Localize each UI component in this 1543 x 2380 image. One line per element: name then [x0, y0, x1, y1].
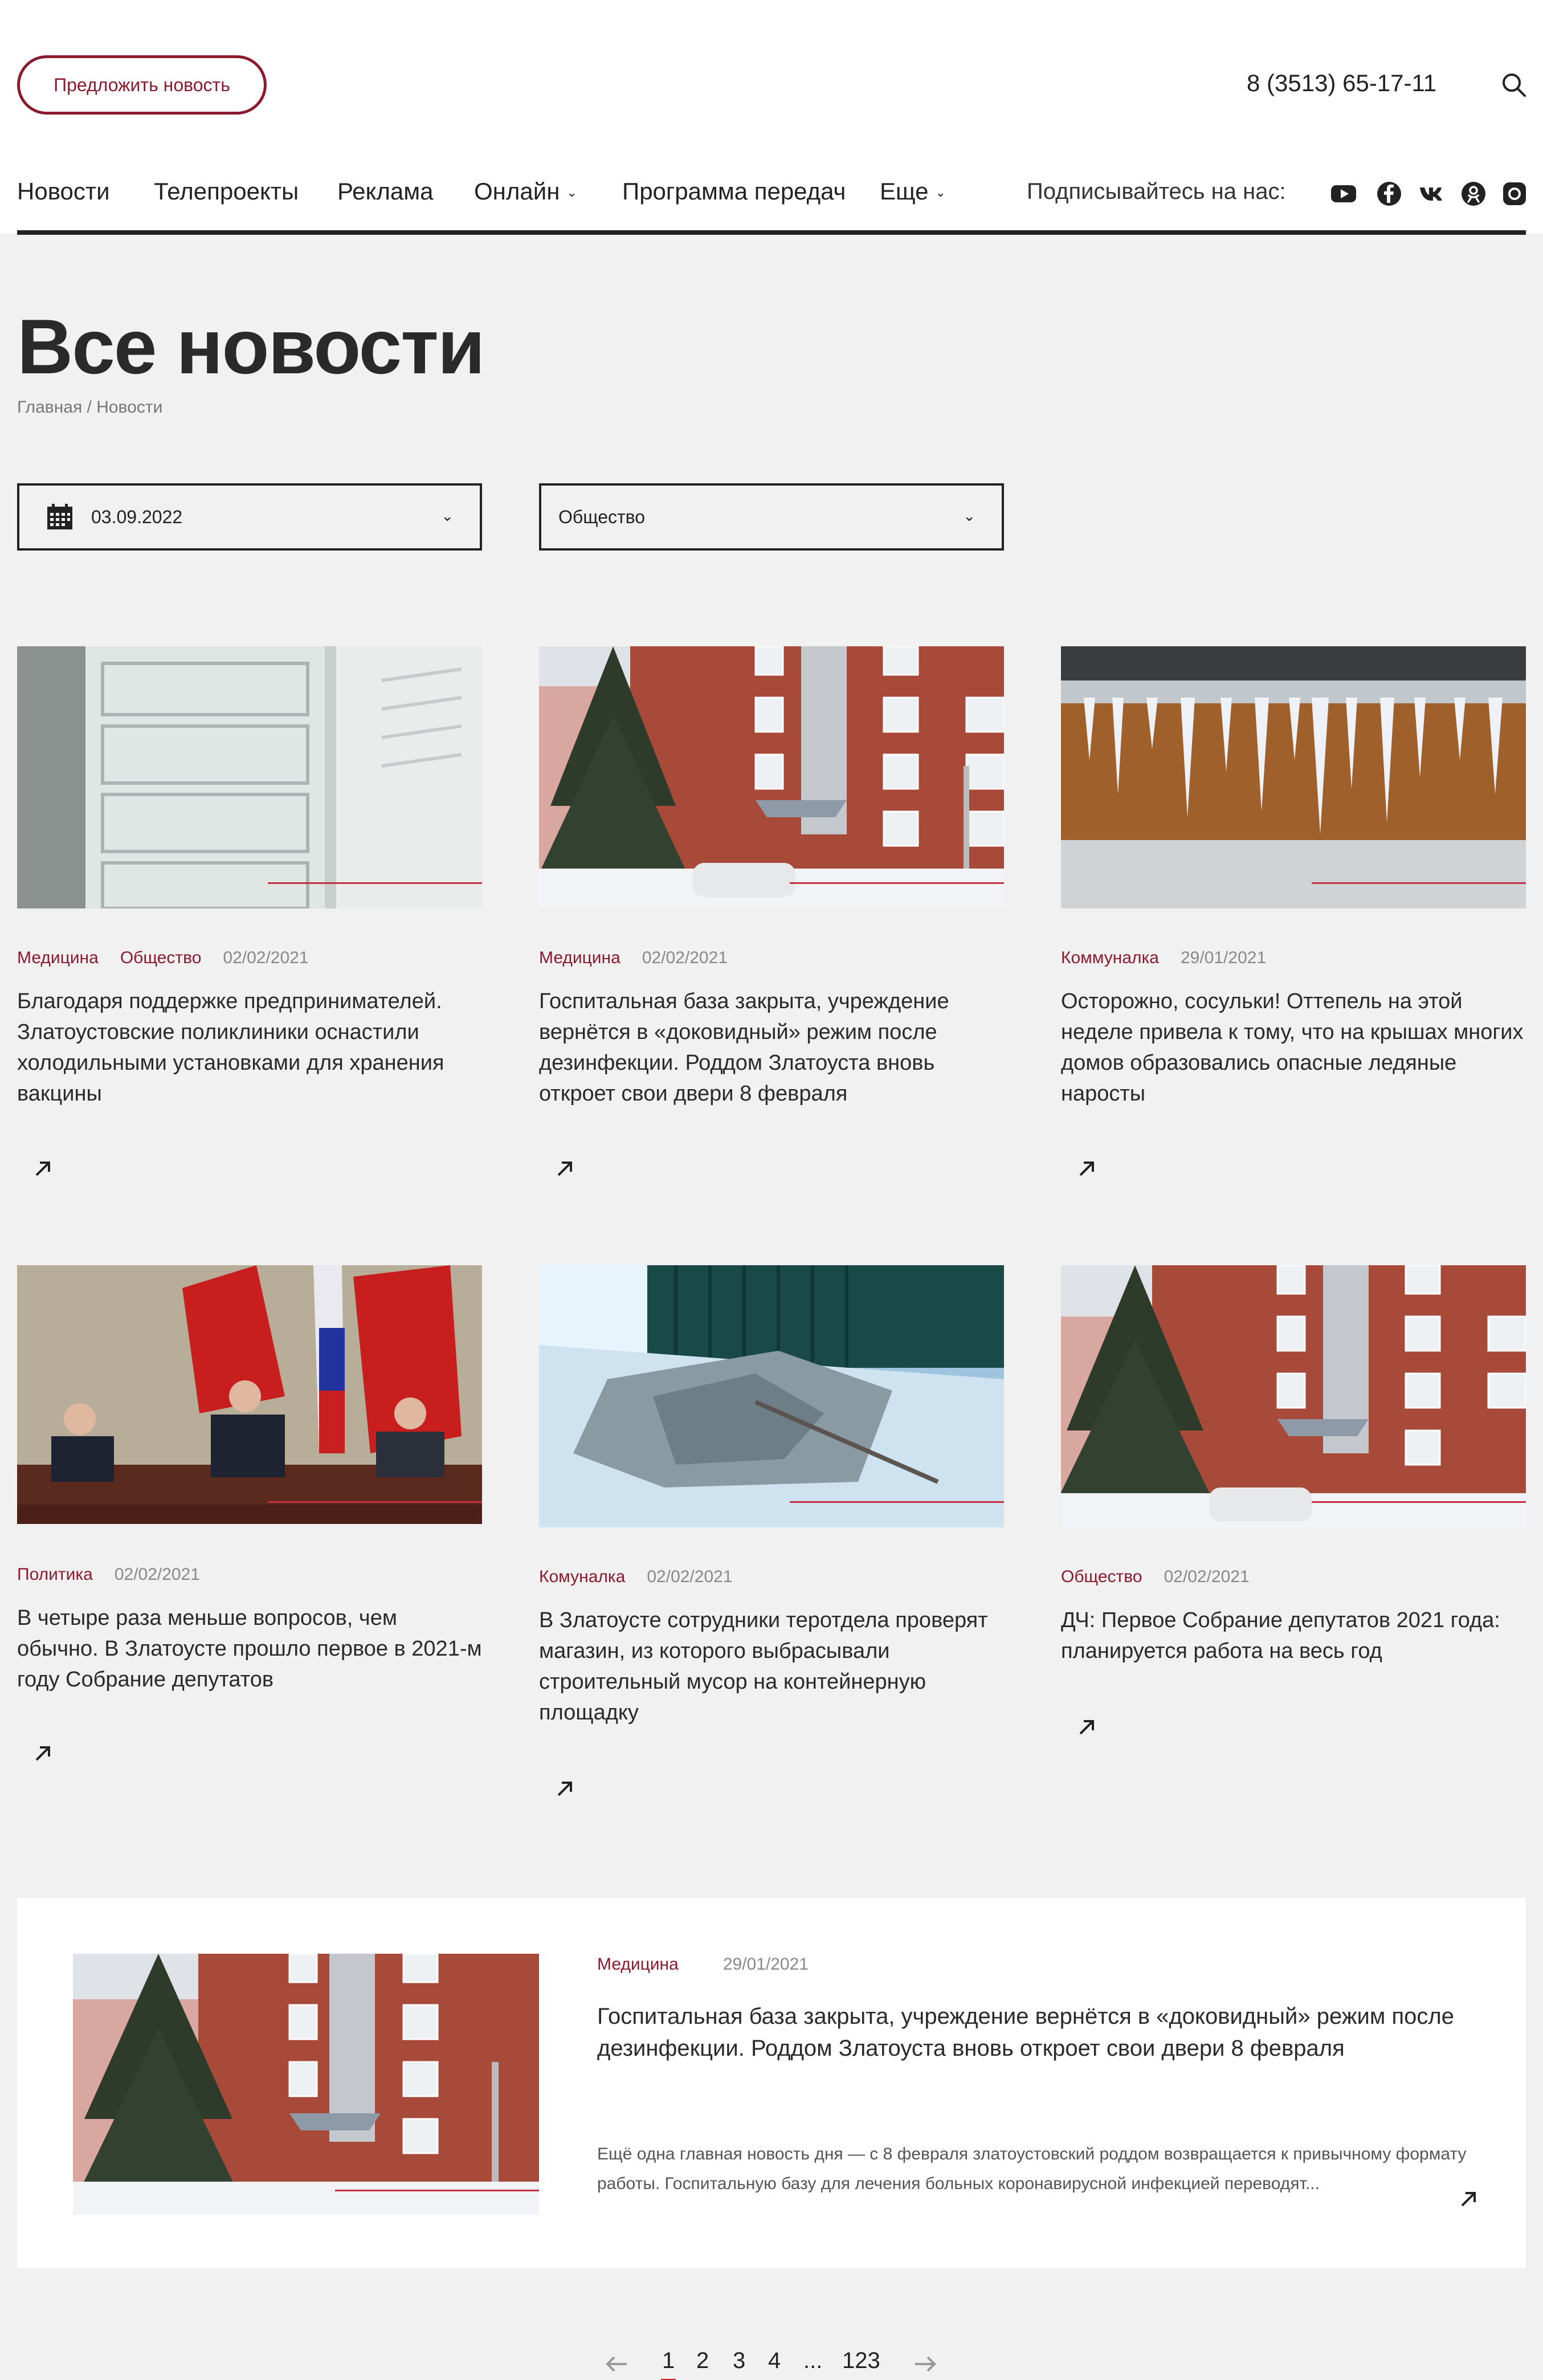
nav-label: Программа передач — [622, 178, 846, 205]
nav-item-more[interactable]: Еще ⌄ — [880, 178, 946, 205]
news-tag[interactable]: Общество — [120, 948, 202, 967]
news-tag[interactable]: Политика — [17, 1565, 93, 1584]
news-image[interactable] — [17, 646, 482, 908]
news-image[interactable] — [17, 1265, 482, 1524]
news-image[interactable] — [1061, 1265, 1526, 1527]
breadcrumb[interactable]: Главная / Новости — [17, 398, 162, 417]
news-title[interactable]: В Златоусте сотрудники теротдела проверя… — [539, 1605, 1004, 1728]
news-image[interactable] — [1061, 646, 1526, 908]
news-meta: Общество 02/02/2021 — [1061, 1567, 1250, 1587]
nav-label: Еще — [880, 178, 929, 205]
nav-item-ads[interactable]: Реклама — [337, 178, 433, 205]
arrow-up-right-icon[interactable] — [1076, 1715, 1099, 1738]
featured-news[interactable]: Медицина 29/01/2021 Госпитальная база зак… — [17, 1898, 1526, 2268]
news-date: 02/02/2021 — [223, 948, 309, 967]
news-meta: Коммуналка 29/01/2021 — [1061, 948, 1266, 968]
news-tag[interactable]: Медицина — [17, 948, 99, 967]
news-tag[interactable]: Общество — [1061, 1567, 1142, 1586]
featured-news-title[interactable]: Госпитальная база закрыта, учреждение ве… — [597, 2000, 1486, 2064]
featured-news-image[interactable] — [73, 1954, 539, 2215]
arrow-up-right-icon[interactable] — [554, 1777, 577, 1800]
news-meta: Медицина Общество 02/02/2021 — [17, 948, 309, 968]
nav-item-news[interactable]: Новости — [17, 178, 110, 205]
calendar-icon — [47, 504, 72, 529]
arrow-right-icon[interactable] — [913, 2352, 938, 2377]
news-title[interactable]: Госпитальная база закрыта, учреждение ве… — [539, 986, 1004, 1109]
chevron-down-icon: ⌄ — [935, 185, 946, 199]
vk-icon[interactable] — [1419, 180, 1446, 207]
odnoklassniki-icon[interactable] — [1460, 180, 1487, 207]
news-date: 02/02/2021 — [647, 1567, 733, 1586]
suggest-news-button[interactable]: Предложить новость — [17, 55, 267, 115]
page-link-last[interactable]: 123 — [842, 2348, 880, 2374]
news-tag[interactable]: Коммуналка — [1061, 948, 1159, 967]
news-tag[interactable]: Комуналка — [539, 1567, 625, 1586]
news-meta: Политика 02/02/2021 — [17, 1565, 200, 1584]
chevron-down-icon: ⌄ — [566, 185, 577, 199]
featured-news-description: Ещё одна главная новость дня — с 8 февра… — [597, 2145, 1467, 2193]
news-image[interactable] — [539, 1265, 1004, 1527]
arrow-left-icon[interactable] — [604, 2352, 629, 2377]
news-title[interactable]: В четыре раза меньше вопросов, чем обычн… — [17, 1603, 482, 1695]
youtube-icon[interactable] — [1330, 180, 1357, 207]
news-title[interactable]: Осторожно, сосульки! Оттепель на этой не… — [1061, 986, 1526, 1109]
date-filter-value: 03.09.2022 — [91, 506, 183, 527]
news-meta: Медицина 02/02/2021 — [539, 948, 728, 968]
arrow-up-right-icon[interactable] — [554, 1157, 577, 1180]
pagination: 1 2 3 4 ... 123 — [0, 2348, 1543, 2380]
news-meta: Комуналка 02/02/2021 — [539, 1567, 733, 1587]
nav-item-schedule[interactable]: Программа передач — [622, 178, 846, 205]
instagram-icon[interactable] — [1501, 180, 1528, 207]
news-tag[interactable]: Медицина — [539, 948, 621, 967]
news-date: 29/01/2021 — [722, 1955, 809, 1974]
page-link-current[interactable]: 1 — [660, 2348, 676, 2380]
nav-label: Онлайн — [474, 178, 560, 205]
arrow-up-right-icon[interactable] — [1458, 2187, 1480, 2210]
page-link[interactable]: 2 — [696, 2348, 709, 2374]
news-date: 02/02/2021 — [114, 1565, 200, 1584]
nav-label: Реклама — [337, 178, 434, 205]
news-title[interactable]: ДЧ: Первое Собрание депутатов 2021 года:… — [1061, 1605, 1526, 1666]
featured-news-meta: Медицина 29/01/2021 — [597, 1955, 809, 1974]
page-link[interactable]: 3 — [733, 2348, 745, 2374]
news-date: 29/01/2021 — [1180, 948, 1267, 967]
nav-item-teleprojects[interactable]: Телепроекты — [154, 178, 299, 205]
facebook-icon[interactable] — [1375, 180, 1403, 207]
news-image[interactable] — [539, 646, 1004, 908]
search-icon[interactable] — [1500, 71, 1528, 99]
subscribe-label: Подписывайтесь на нас: — [1027, 179, 1286, 204]
page-ellipsis: ... — [803, 2348, 823, 2373]
news-tag[interactable]: Медицина — [597, 1955, 679, 1974]
news-date: 02/02/2021 — [642, 948, 728, 967]
page-title: Все новости — [17, 303, 485, 390]
arrow-up-right-icon[interactable] — [32, 1157, 55, 1180]
arrow-up-right-icon[interactable] — [1076, 1157, 1099, 1180]
nav-label: Новости — [17, 178, 110, 205]
news-date: 02/02/2021 — [1164, 1567, 1250, 1586]
date-filter[interactable]: 03.09.2022 ⌄ — [17, 483, 482, 551]
news-title[interactable]: Благодаря поддержке предпринимателей. Зл… — [17, 986, 482, 1109]
category-filter-value: Общество — [558, 506, 646, 527]
arrow-up-right-icon[interactable] — [32, 1742, 55, 1764]
page-link[interactable]: 4 — [768, 2348, 781, 2374]
phone-number[interactable]: 8 (3513) 65-17-11 — [1247, 70, 1436, 97]
nav-divider — [17, 230, 1526, 235]
chevron-down-icon: ⌄ — [441, 507, 454, 524]
nav-item-online[interactable]: Онлайн ⌄ — [474, 178, 577, 205]
nav-label: Телепроекты — [154, 178, 299, 205]
category-filter[interactable]: Общество ⌄ — [539, 483, 1004, 551]
chevron-down-icon: ⌄ — [963, 507, 975, 524]
